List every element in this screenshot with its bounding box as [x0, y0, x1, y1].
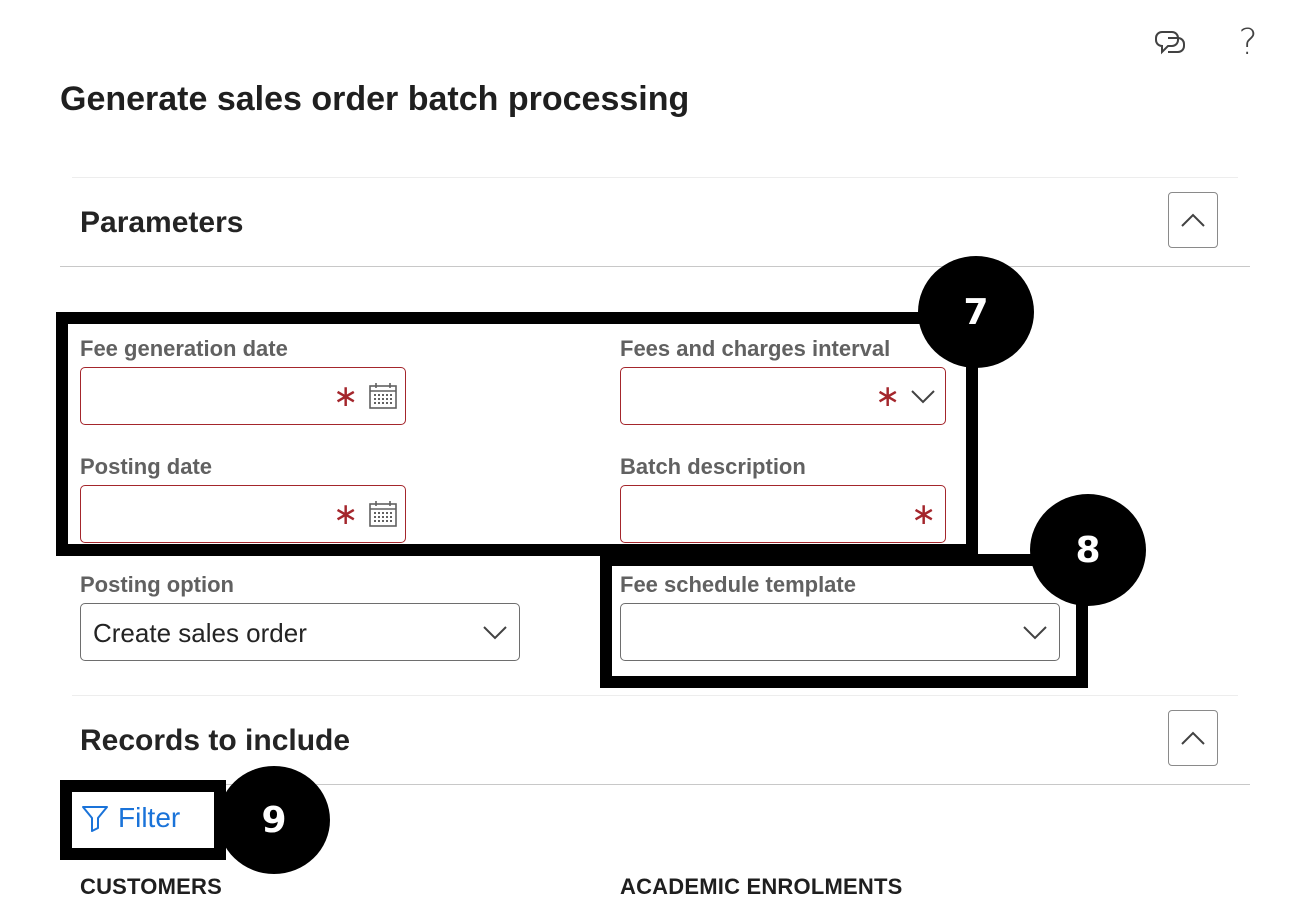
posting-option-select[interactable]: Create sales order [80, 603, 520, 661]
annotation-box-9 [60, 780, 226, 860]
page-root: ? Generate sales order batch processing … [0, 0, 1300, 910]
parameters-collapse-button[interactable] [1168, 192, 1218, 248]
records-collapse-button[interactable] [1168, 710, 1218, 766]
annotation-badge-8: 8 [1030, 494, 1146, 606]
posting-option-label: Posting option [80, 572, 234, 597]
parameters-section-title[interactable]: Parameters [80, 206, 243, 240]
annotation-badge-7: 7 [918, 256, 1034, 368]
section-divider-top [72, 177, 1238, 178]
chevron-down-icon [481, 622, 509, 642]
parameters-divider [60, 266, 1250, 267]
help-icon[interactable]: ? [1228, 21, 1268, 63]
records-section-title[interactable]: Records to include [80, 724, 350, 758]
annotation-box-8 [600, 554, 1088, 688]
academic-enrolments-column-header: ACADEMIC ENROLMENTS [620, 874, 903, 899]
records-divider-top [72, 695, 1238, 696]
chevron-up-icon [1181, 731, 1205, 745]
chevron-up-icon [1181, 213, 1205, 227]
help-glyph: ? [1238, 21, 1258, 63]
annotation-badge-9: 9 [218, 766, 330, 874]
customers-column-header: CUSTOMERS [80, 874, 222, 899]
annotation-box-7 [56, 312, 978, 556]
page-title: Generate sales order batch processing [60, 80, 690, 118]
copilot-icon[interactable] [1150, 22, 1190, 62]
posting-option-value: Create sales order [93, 618, 307, 648]
